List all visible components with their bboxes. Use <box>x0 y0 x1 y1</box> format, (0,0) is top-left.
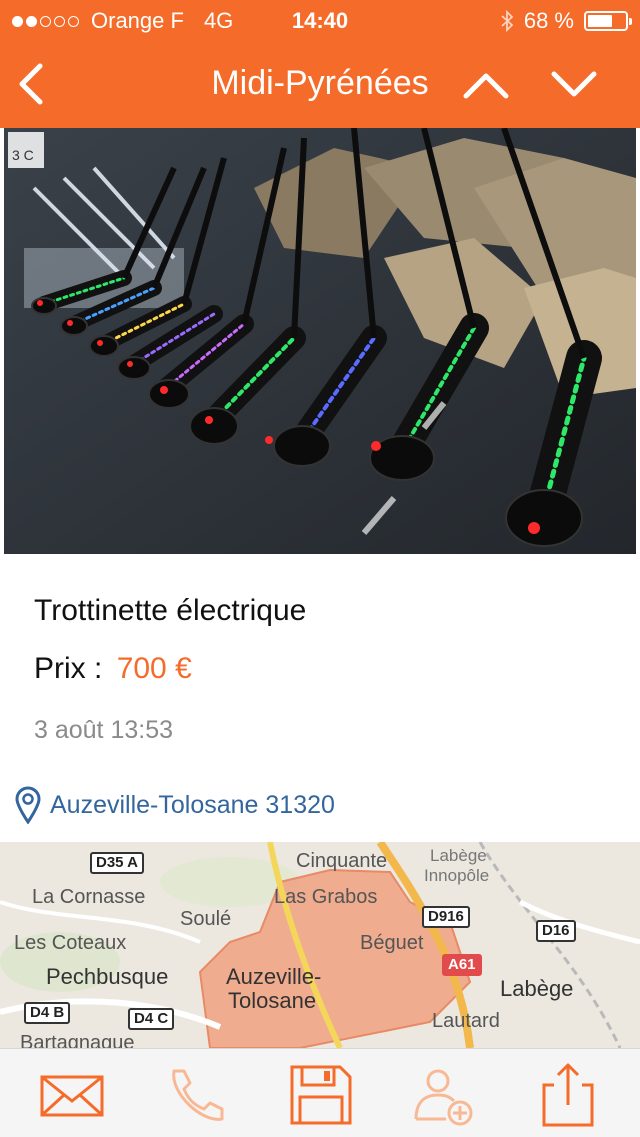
map-label: Béguet <box>360 932 424 954</box>
road-sign: D4 B <box>24 1002 71 1024</box>
mail-icon <box>40 1075 104 1117</box>
price-row: Prix : 700 € <box>34 652 192 686</box>
location-text: Auzeville-Tolosane 31320 <box>50 790 335 819</box>
road-sign: D916 <box>422 906 470 928</box>
status-right: 68 % <box>500 8 632 34</box>
map-label: Les Coteaux <box>14 932 127 954</box>
location-link[interactable]: Auzeville-Tolosane 31320 <box>14 786 335 824</box>
location-map[interactable]: Cinquante Labège Innopôle La Cornasse La… <box>0 842 640 1048</box>
battery-percent: 68 % <box>523 8 574 33</box>
next-listing-button[interactable] <box>546 62 602 106</box>
save-button[interactable] <box>286 1063 354 1127</box>
map-label: Pechbusque <box>46 964 169 989</box>
price-value: 700 € <box>116 652 192 685</box>
bottom-toolbar <box>0 1048 640 1137</box>
share-button[interactable] <box>534 1063 602 1127</box>
map-label: Tolosane <box>228 988 317 1013</box>
map-label: La Cornasse <box>32 886 146 908</box>
road-sign: D35 A <box>90 852 144 874</box>
email-button[interactable] <box>38 1063 106 1127</box>
add-contact-button[interactable] <box>410 1063 478 1127</box>
app-header: Orange F 4G 14:40 68 % Midi-Pyrénées <box>0 0 640 128</box>
road-sign: A61 <box>442 954 482 976</box>
road-sign: D4 C <box>128 1008 175 1030</box>
save-icon <box>290 1065 352 1125</box>
nav-bar: Midi-Pyrénées <box>0 40 640 128</box>
map-label: Cinquante <box>296 850 388 872</box>
status-bar: Orange F 4G 14:40 68 % <box>0 0 640 40</box>
phone-icon <box>172 1069 224 1121</box>
previous-listing-button[interactable] <box>458 62 514 106</box>
map-label: Auzeville- <box>226 964 322 989</box>
listing-photo[interactable]: 3 C <box>4 128 636 554</box>
listing-date: 3 août 13:53 <box>34 716 174 744</box>
scooters-photo-illustration: 3 C <box>4 128 636 554</box>
map-label: Innopôle <box>424 866 490 885</box>
road-sign: D16 <box>536 920 576 942</box>
add-contact-icon <box>414 1069 473 1126</box>
battery-icon <box>584 11 632 31</box>
page-title: Midi-Pyrénées <box>211 64 429 102</box>
map-label: Labège <box>500 976 574 1001</box>
map-label: Las Grabos <box>274 886 378 908</box>
chevron-down-icon <box>551 71 597 97</box>
map-label: Bartagnague <box>20 1032 135 1048</box>
map-label: Lautard <box>432 1010 500 1032</box>
photo-badge: 3 C <box>12 147 34 163</box>
listing-title: Trottinette électrique <box>34 594 307 627</box>
call-button[interactable] <box>162 1063 230 1127</box>
map-label: Soulé <box>180 908 232 930</box>
chevron-up-icon <box>463 73 509 99</box>
map-label: Labège <box>430 846 487 865</box>
share-icon <box>542 1063 594 1127</box>
price-label: Prix : <box>34 652 103 685</box>
bluetooth-icon <box>501 10 514 32</box>
location-pin-icon <box>15 786 41 824</box>
